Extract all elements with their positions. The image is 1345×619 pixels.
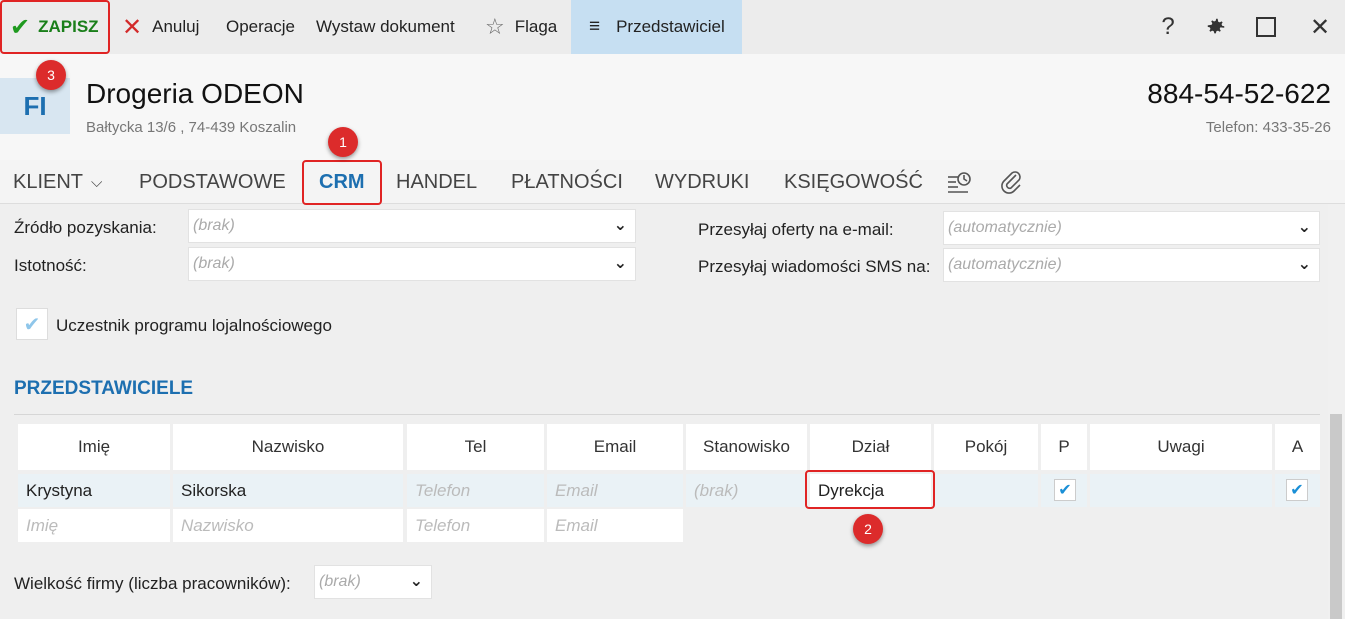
email-offers-label: Przesyłaj oferty na e-mail:: [698, 220, 894, 239]
email-offers-value: (automatycznie): [948, 219, 1062, 236]
last-name-cell[interactable]: Sikorska: [173, 474, 403, 507]
column-header[interactable]: Pokój: [934, 424, 1038, 470]
section-divider: [14, 414, 1320, 415]
column-header[interactable]: Uwagi: [1090, 424, 1272, 470]
column-header[interactable]: P: [1041, 424, 1087, 470]
email-offers-select[interactable]: (automatycznie) ⌄: [943, 211, 1320, 245]
chevron-down-icon: ⌵: [91, 173, 103, 191]
p-cell: ✔: [1041, 474, 1087, 507]
a-cell: ✔: [1275, 474, 1320, 507]
tab-podstawowe[interactable]: PODSTAWOWE: [139, 160, 286, 204]
a-checkbox[interactable]: ✔: [1286, 479, 1308, 501]
section-title: PRZEDSTAWICIELE: [14, 378, 194, 399]
chevron-down-icon: ⌄: [613, 255, 627, 272]
annotation-badge-1: 1: [328, 127, 358, 157]
representative-label: Przedstawiciel: [616, 17, 725, 36]
sms-select[interactable]: (automatycznie) ⌄: [943, 248, 1320, 282]
chevron-down-icon: ⌄: [613, 217, 627, 234]
column-header[interactable]: Email: [547, 424, 683, 470]
tab-handel[interactable]: HANDEL: [396, 160, 477, 204]
company-name: Drogeria ODEON: [86, 78, 304, 109]
issue-document-button[interactable]: Wystaw dokument: [316, 0, 455, 54]
help-icon[interactable]: ?: [1148, 0, 1188, 54]
star-icon: ☆: [485, 14, 505, 39]
position-cell[interactable]: (brak): [686, 474, 807, 507]
paperclip-icon[interactable]: [1000, 160, 1024, 204]
company-size-value: (brak): [319, 573, 361, 590]
new-phone-input[interactable]: Telefon: [407, 509, 544, 542]
loyalty-checkbox[interactable]: ✔: [16, 308, 48, 340]
history-icon[interactable]: [946, 160, 972, 204]
source-label: Źródło pozyskania:: [14, 218, 157, 237]
gear-icon[interactable]: [1196, 0, 1236, 54]
close-x-icon: ✕: [122, 13, 143, 41]
scrollbar-thumb[interactable]: [1330, 414, 1342, 619]
close-icon[interactable]: ✕: [1300, 0, 1340, 54]
company-address: Bałtycka 13/6 , 74-439 Koszalin: [86, 119, 297, 136]
column-header[interactable]: Dział: [810, 424, 931, 470]
company-size-select[interactable]: (brak) ⌄: [314, 565, 432, 599]
source-select[interactable]: (brak) ⌄: [188, 209, 636, 243]
hamburger-icon: ≡: [589, 16, 601, 37]
check-icon: ✔: [23, 313, 41, 336]
phone-cell[interactable]: Telefon: [407, 474, 544, 507]
highlight-department: [805, 470, 935, 509]
check-icon: ✔: [1058, 482, 1072, 499]
flag-label: Flaga: [514, 17, 558, 36]
column-header[interactable]: Stanowisko: [686, 424, 807, 470]
column-header[interactable]: Tel: [407, 424, 544, 470]
tab-bar: KLIENT ⌵ PODSTAWOWE CRM HANDEL PŁATNOŚCI…: [0, 160, 1345, 204]
highlight-save: [0, 0, 110, 54]
annotation-badge-3: 3: [36, 60, 66, 90]
new-first-name-input[interactable]: Imię: [18, 509, 170, 542]
loyalty-label: Uczestnik programu lojalnościowego: [56, 316, 332, 335]
email-cell[interactable]: Email: [547, 474, 683, 507]
representative-button[interactable]: ≡ Przedstawiciel: [571, 0, 742, 54]
importance-label: Istotność:: [14, 256, 87, 275]
highlight-crm-tab: [302, 160, 382, 205]
sms-value: (automatycznie): [948, 256, 1062, 273]
toolbar: ✔ ZAPISZ ✕ Anuluj Operacje Wystaw dokume…: [0, 0, 1345, 54]
tab-platnosci[interactable]: PŁATNOŚCI: [511, 160, 623, 204]
tab-klient-label: KLIENT: [13, 170, 84, 193]
source-value: (brak): [193, 217, 235, 234]
column-header[interactable]: Imię: [18, 424, 170, 470]
maximize-icon[interactable]: [1246, 0, 1286, 54]
p-checkbox[interactable]: ✔: [1054, 479, 1076, 501]
importance-select[interactable]: (brak) ⌄: [188, 247, 636, 281]
column-header[interactable]: A: [1275, 424, 1320, 470]
crm-content: Źródło pozyskania: (brak) ⌄ Istotność: (…: [0, 204, 1328, 619]
column-header[interactable]: Nazwisko: [173, 424, 403, 470]
notes-cell[interactable]: [1090, 474, 1272, 507]
chevron-down-icon: ⌄: [1297, 256, 1311, 273]
flag-button[interactable]: ☆ Flaga: [485, 0, 557, 54]
annotation-badge-2: 2: [853, 514, 883, 544]
chevron-down-icon: ⌄: [409, 573, 423, 590]
sms-label: Przesyłaj wiadomości SMS na:: [698, 257, 931, 276]
first-name-cell[interactable]: Krystyna: [18, 474, 170, 507]
tab-ksiegowosc[interactable]: KSIĘGOWOŚĆ: [784, 160, 923, 204]
room-cell[interactable]: [934, 474, 1038, 507]
operations-button[interactable]: Operacje: [226, 0, 295, 54]
scrollbar[interactable]: [1328, 204, 1345, 619]
chevron-down-icon: ⌄: [1297, 219, 1311, 236]
cancel-button[interactable]: ✕ Anuluj: [122, 0, 199, 54]
tab-wydruki[interactable]: WYDRUKI: [655, 160, 749, 204]
new-email-input[interactable]: Email: [547, 509, 683, 542]
check-icon: ✔: [1290, 482, 1304, 499]
company-size-label: Wielkość firmy (liczba pracowników):: [14, 574, 291, 593]
tab-klient[interactable]: KLIENT ⌵: [13, 160, 102, 204]
new-last-name-input[interactable]: Nazwisko: [173, 509, 403, 542]
cancel-label: Anuluj: [152, 17, 200, 36]
client-header: FI Drogeria ODEON Bałtycka 13/6 , 74-439…: [0, 54, 1345, 160]
company-phone: Telefon: 433-35-26: [1205, 119, 1331, 136]
company-nip: 884-54-52-622: [1147, 78, 1331, 109]
importance-value: (brak): [193, 255, 235, 272]
